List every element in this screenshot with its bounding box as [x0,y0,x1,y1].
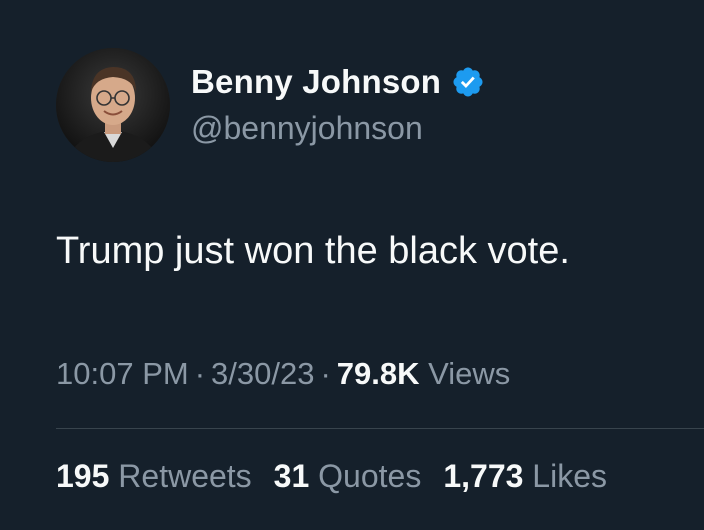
display-name[interactable]: Benny Johnson [191,63,441,101]
tweet-text: Trump just won the black vote. [56,230,570,272]
retweets-count: 195 [56,458,110,494]
avatar[interactable] [56,48,170,162]
likes-count: 1,773 [443,458,524,494]
likes-label: Likes [532,458,607,494]
tweet-meta: 10:07 PM · 3/30/23 · 79.8K Views [56,356,510,392]
quotes-count: 31 [273,458,310,494]
author-handle[interactable]: @bennyjohnson [191,110,423,147]
engagement-stats: 195 Retweets 31 Quotes 1,773 Likes [56,458,629,495]
tweet-date[interactable]: 3/30/23 [211,356,314,391]
tweet-time[interactable]: 10:07 PM [56,356,189,391]
meta-separator: · [194,356,206,391]
meta-separator: · [320,356,331,391]
retweets-stat[interactable]: 195 Retweets [56,458,252,494]
retweets-label: Retweets [118,458,252,494]
divider [56,428,704,429]
quotes-label: Quotes [318,458,422,494]
quotes-stat[interactable]: 31 Quotes [274,458,422,494]
likes-stat[interactable]: 1,773 Likes [443,458,607,494]
author-name-row[interactable]: Benny Johnson [191,60,485,104]
tweet-card: Benny Johnson @bennyjohnson Trump just w… [0,0,704,530]
views-count: 79.8K [336,356,420,391]
views-label: Views [428,356,511,391]
verified-badge-icon[interactable] [451,65,485,99]
avatar-photo-icon [56,48,170,162]
